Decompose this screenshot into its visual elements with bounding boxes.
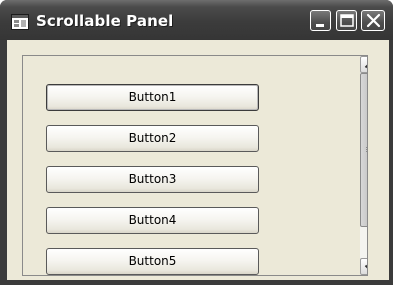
scroll-up-button[interactable] [360,56,367,73]
window-title: Scrollable Panel [36,12,174,30]
app-window-icon [11,14,29,30]
panel-button-3[interactable]: Button3 [46,166,259,193]
title-bar[interactable]: Scrollable Panel [0,0,393,40]
panel-button-1[interactable]: Button1 [46,84,259,111]
maximize-button[interactable] [336,10,357,31]
panel-button-4[interactable]: Button4 [46,207,259,234]
grip-line [366,147,367,148]
window: Scrollable Panel Button1 Button2 Button3 Bu… [0,0,393,285]
panel-button-2[interactable]: Button2 [46,125,259,152]
minimize-button[interactable] [310,10,331,31]
scroll-thumb[interactable] [360,73,367,227]
grip-line [366,151,367,152]
scrollable-panel[interactable]: Button1 Button2 Button3 Button4 Button5 [22,55,368,276]
scroll-down-button[interactable] [360,258,367,275]
close-button[interactable] [361,10,385,31]
grip-line [366,149,367,150]
client-area: Button1 Button2 Button3 Button4 Button5 [7,40,389,280]
panel-button-5[interactable]: Button5 [46,248,259,275]
vertical-scrollbar[interactable] [360,56,367,275]
